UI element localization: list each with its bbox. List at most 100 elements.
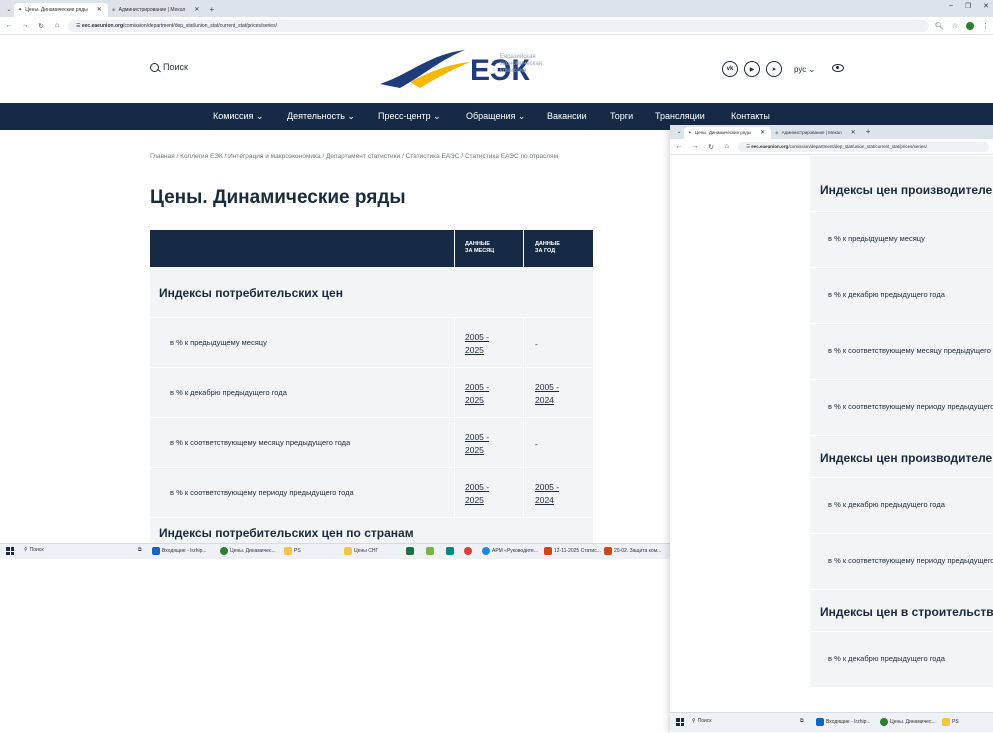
section-title: Индексы цен в строительстве — [820, 605, 993, 619]
taskbar-app-excel[interactable] — [406, 547, 414, 555]
new-tab-button[interactable]: + — [205, 3, 218, 17]
home-icon[interactable]: ⌂ — [52, 22, 62, 29]
address-bar: ← → ↻ ⌂ ☰ eec.eaeunion.org/comission/dep… — [0, 17, 993, 35]
taskbar-search[interactable]: ⚲ Поиск — [24, 547, 44, 553]
telegram-icon[interactable]: ➤ — [766, 61, 782, 77]
taskbar-app-label: 12-11-2025 Статис... — [554, 548, 601, 554]
close-tab-icon[interactable]: ✕ — [851, 127, 856, 139]
table-header: ДАННЫЕ ЗА МЕСЯЦ ДАННЫЕ ЗА ГОД — [150, 230, 593, 267]
url-input[interactable]: ☰ eec.eaeunion.org/comission/department/… — [738, 141, 989, 152]
accessibility-eye-icon[interactable] — [832, 64, 844, 72]
col-header-line: ЗА ГОД — [535, 248, 556, 254]
month-data-link[interactable]: 2005 - 2025 — [465, 381, 489, 407]
taskbar-app-arm[interactable]: АРМ «Руководите... — [482, 547, 538, 555]
link-text: 2005 - — [465, 382, 490, 392]
taskbar-app-chrome[interactable]: Цены. Динамичес... — [880, 718, 936, 726]
task-view-icon[interactable]: ⧉ — [800, 718, 804, 724]
task-view-icon[interactable]: ⧉ — [138, 547, 142, 553]
url-host: eec.eaeunion.org — [81, 22, 123, 29]
col-year-header: ДАННЫЕ ЗА ГОД — [535, 241, 560, 255]
site-search[interactable]: Поиск — [150, 62, 188, 72]
year-data-value: - — [535, 439, 538, 449]
nav-item-activity[interactable]: Деятельность ⌄ — [287, 111, 355, 122]
close-tab-icon[interactable]: ✕ — [97, 3, 102, 17]
month-data-link[interactable]: 2005 - 2025 — [465, 431, 489, 457]
tab-prices[interactable]: ✦ Цены. Динамические ряды ✕ — [684, 127, 772, 139]
taskbar-app-label: АРМ «Руководите... — [492, 548, 538, 554]
year-data-value: - — [535, 339, 538, 349]
nav-item-contacts[interactable]: Контакты — [731, 111, 770, 121]
row-label: в % к декабрю предыдущего года — [828, 500, 945, 509]
desktop: ⌄ ✦ Цены. Динамические ряды ✕ ◈ Админист… — [0, 0, 993, 733]
close-tab-icon[interactable]: ✕ — [760, 127, 765, 139]
taskbar-app-outlook[interactable]: Входящие - Irzhip... — [152, 547, 207, 555]
taskbar-app-folder-ps[interactable]: PS — [284, 547, 301, 555]
tab-prices[interactable]: ✦ Цены. Динамические ряды ✕ — [14, 3, 108, 17]
year-data-link[interactable]: 2005 - 2024 — [535, 481, 559, 507]
maximize-icon[interactable]: ❐ — [965, 2, 971, 10]
close-window-icon[interactable]: ✕ — [983, 2, 989, 10]
nav-item-press[interactable]: Пресс-центр ⌄ — [378, 111, 441, 122]
taskbar-app-misc2[interactable] — [446, 547, 454, 555]
nav-item-broadcasts[interactable]: Трансляции — [655, 111, 705, 121]
youtube-icon[interactable]: ▶ — [744, 61, 760, 77]
bookmark-star-icon[interactable]: ☆ — [952, 22, 958, 30]
back-icon[interactable]: ← — [4, 22, 14, 29]
section-block: Индексы цен производителей — [810, 435, 993, 477]
tab-strip: ⌄ ✦ Цены. Динамические ряды ✕ ◈ Админист… — [0, 0, 993, 17]
tab-search-icon[interactable]: ⌄ — [674, 125, 684, 139]
tab-admin[interactable]: ◈ Администрирование | Мекал ✕ — [108, 3, 206, 17]
close-tab-icon[interactable]: ✕ — [194, 3, 199, 17]
nav-item-appeals[interactable]: Обращения ⌄ — [466, 111, 525, 122]
profile-avatar-icon[interactable] — [966, 21, 974, 30]
row-label: в % к декабрю предыдущего года — [828, 654, 945, 663]
back-icon[interactable]: ← — [674, 143, 684, 150]
taskbar-app-label: PS — [294, 548, 301, 554]
breadcrumb[interactable]: Главная / Коллегия ЕЭК / Интеграция и ма… — [150, 153, 670, 160]
taskbar-app-misc[interactable] — [426, 547, 434, 555]
table-row: в % к декабрю предыдущего года 2005 - 202… — [150, 367, 593, 418]
taskbar-app-pdf1[interactable]: 12-11-2025 Статис... — [544, 547, 601, 555]
month-data-link[interactable]: 2005 - 2025 — [465, 481, 489, 507]
table-row: в % к соответствующему периоду предыдуще… — [810, 533, 993, 589]
series-table: ДАННЫЕ ЗА МЕСЯЦ ДАННЫЕ ЗА ГОД Индексы по… — [150, 230, 593, 547]
favicon-icon: ✦ — [688, 130, 692, 135]
taskbar-search[interactable]: ⚲ Поиск — [692, 718, 712, 724]
forward-icon[interactable]: → — [20, 22, 30, 29]
nav-item-commission[interactable]: Комиссия ⌄ — [213, 111, 263, 122]
nav-item-tenders[interactable]: Торги — [610, 111, 633, 121]
taskbar-app-folder-ps[interactable]: PS — [942, 718, 959, 726]
reload-icon[interactable]: ↻ — [36, 22, 46, 30]
start-button[interactable] — [676, 718, 684, 726]
search-icon: ⚲ — [24, 547, 28, 553]
table-row: в % к декабрю предыдущего года — [810, 631, 993, 687]
taskbar-app-chrome[interactable]: Цены. Динамичес... — [220, 547, 276, 555]
row-label: в % к соответствующему месяцу предыдущег… — [170, 438, 351, 447]
home-icon[interactable]: ⌂ — [722, 143, 732, 150]
eec-logo[interactable]: ЕЭК — [370, 44, 590, 94]
taskbar-app-pdf2[interactable]: 20-02. Защита ком... — [604, 547, 661, 555]
start-button[interactable] — [6, 547, 14, 555]
taskbar-app-outlook[interactable]: Входящие - Irzhip... — [816, 718, 871, 726]
forward-icon[interactable]: → — [690, 143, 700, 150]
minimize-icon[interactable]: – — [949, 2, 953, 10]
language-selector[interactable]: рус ⌄ — [794, 65, 815, 74]
year-data-link[interactable]: 2005 - 2024 — [535, 381, 559, 407]
nav-item-vacancies[interactable]: Вакансии — [547, 111, 587, 121]
browser-window-secondary: ⌄ ✦ Цены. Динамические ряды ✕ ◈ Админист… — [670, 125, 993, 733]
windows-logo-icon — [6, 547, 14, 555]
tab-search-icon[interactable]: ⌄ — [4, 3, 14, 17]
taskbar-app-label: Цены СНГ — [354, 548, 379, 554]
taskbar-app-opera[interactable] — [464, 547, 472, 555]
new-tab-button[interactable]: + — [862, 125, 875, 139]
zoom-icon[interactable]: 🔍︎ — [935, 22, 944, 30]
menu-kebab-icon[interactable]: ⋮ — [982, 22, 989, 30]
url-input[interactable]: ☰ eec.eaeunion.org/comission/department/… — [68, 19, 929, 32]
divider — [454, 418, 455, 468]
vk-icon[interactable]: vk — [722, 61, 738, 77]
tab-admin[interactable]: ◈ Администрирование | Мекал ✕ — [771, 127, 862, 139]
link-text: 2005 - — [465, 432, 490, 442]
taskbar-app-folder-cis[interactable]: Цены СНГ — [344, 547, 378, 555]
month-data-link[interactable]: 2005 - 2025 — [465, 331, 489, 357]
reload-icon[interactable]: ↻ — [706, 143, 716, 151]
